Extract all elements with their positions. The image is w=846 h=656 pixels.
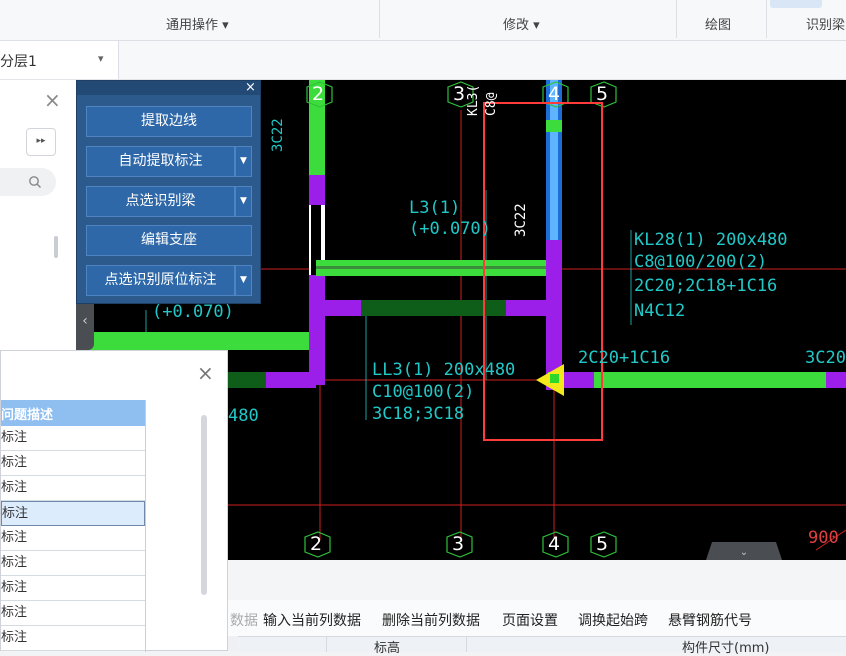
- page-setup-button[interactable]: 页面设置: [502, 610, 558, 630]
- annotation: 3C22: [513, 203, 529, 237]
- dimension-label: 900: [808, 528, 839, 548]
- annotation: 3C20: [805, 348, 846, 368]
- group-modify[interactable]: 修改 ▾: [503, 14, 540, 33]
- edit-support-button[interactable]: 编辑支座: [86, 225, 252, 256]
- left-panel: × ▸▸: [0, 80, 76, 350]
- list-item[interactable]: 标注: [1, 426, 145, 451]
- list-item[interactable]: 标注: [1, 551, 145, 576]
- group-draw[interactable]: 绘图: [705, 14, 731, 33]
- annotation: KL3(: [466, 84, 481, 116]
- axis-label-top: 5: [596, 83, 609, 105]
- auto-extract-annotation-button[interactable]: 自动提取标注: [86, 146, 235, 177]
- table-header: 标高 构件尺寸(mm): [238, 636, 846, 656]
- swap-start-span-button[interactable]: 调换起始跨: [578, 610, 648, 630]
- annotation: C8@: [484, 92, 499, 116]
- beam-identify-toolwindow: × 提取边线 自动提取标注 ▼ 点选识别梁 ▼ 编辑支座 点选识别原位标注 ▼: [76, 80, 261, 304]
- list-item-label: 标注: [1, 430, 28, 445]
- annotation: (+0.070): [409, 219, 491, 239]
- chevron-down-icon: ⌄: [740, 547, 748, 558]
- annotation: 480: [228, 406, 259, 426]
- scrollbar-thumb[interactable]: [201, 415, 207, 595]
- annotation: KL28(1) 200x480: [634, 230, 788, 250]
- group-common-ops[interactable]: 通用操作 ▾: [166, 14, 229, 33]
- cantilever-rebar-code-button[interactable]: 悬臂钢筋代号: [668, 610, 752, 630]
- list-item-selected[interactable]: 标注: [1, 501, 145, 526]
- input-current-column-button[interactable]: 输入当前列数据: [263, 610, 361, 630]
- column-header-elevation: 标高: [374, 641, 401, 656]
- close-icon[interactable]: ×: [44, 88, 61, 112]
- ribbon-toolbar: 通用操作 ▾ 修改 ▾ 绘图 识别梁: [0, 0, 846, 41]
- toolbar-item[interactable]: 数据: [230, 610, 258, 630]
- list-item-label: 标注: [1, 530, 28, 545]
- scrollbar-thumb[interactable]: [54, 236, 58, 258]
- expand-button[interactable]: ▸▸: [26, 128, 56, 156]
- axis-label-bottom: 5: [596, 533, 609, 555]
- list-item[interactable]: 标注: [1, 576, 145, 601]
- axis-label-top: 4: [548, 83, 561, 105]
- axis-label-top: 2: [312, 83, 325, 105]
- list-item[interactable]: 标注: [1, 526, 145, 551]
- divider: [326, 637, 327, 652]
- list-item-label: 标注: [1, 605, 28, 620]
- active-tool-tab[interactable]: [770, 0, 822, 8]
- search-input[interactable]: [0, 168, 56, 196]
- support-point: [550, 374, 559, 383]
- dropdown-arrow-icon[interactable]: ▼: [235, 265, 252, 296]
- divider: [379, 0, 380, 38]
- floor-bar: [0, 41, 846, 80]
- divider: [145, 400, 146, 652]
- divider: [766, 0, 767, 38]
- list-item-label: 标注: [1, 555, 28, 570]
- divider: [676, 0, 677, 38]
- search-icon: [29, 176, 41, 188]
- axis-label-bottom: 2: [310, 533, 323, 555]
- list-header-label: 问题描述: [1, 408, 54, 423]
- annotation: 2C20+1C16: [578, 348, 671, 368]
- list-item-label: 标注: [1, 580, 28, 595]
- list-item[interactable]: 标注: [1, 451, 145, 476]
- annotation: (+0.070): [152, 302, 234, 322]
- list-item[interactable]: 标注: [1, 626, 145, 651]
- delete-current-column-button[interactable]: 删除当前列数据: [382, 610, 480, 630]
- annotation: LL3(1) 200x480: [372, 360, 516, 380]
- list-item-label: 标注: [1, 455, 28, 470]
- point-identify-beam-button[interactable]: 点选识别梁: [86, 186, 235, 217]
- point-identify-in-situ-annotation-button[interactable]: 点选识别原位标注: [86, 265, 235, 296]
- column-header-size: 构件尺寸(mm): [682, 641, 770, 656]
- group-identify-beam[interactable]: 识别梁: [806, 14, 845, 33]
- annotation: 3C22: [270, 118, 286, 152]
- axis-label-bottom: 3: [452, 533, 465, 555]
- list-item-label: 标注: [2, 506, 29, 521]
- problem-list-window: × 问题描述 标注 标注 标注 标注 标注 标注 标注 标注 标注: [0, 350, 228, 652]
- list-item-label: 标注: [1, 630, 28, 645]
- dropdown-arrow-icon[interactable]: ▼: [235, 146, 252, 177]
- extract-edge-button[interactable]: 提取边线: [86, 106, 252, 137]
- dropdown-arrow-icon[interactable]: ▼: [235, 186, 252, 217]
- floor-label: 分层1: [0, 54, 37, 70]
- axis-label-bottom: 4: [548, 533, 561, 555]
- list-header: 问题描述: [1, 400, 145, 426]
- list-item[interactable]: 标注: [1, 476, 145, 501]
- annotation: 3C18;3C18: [372, 404, 465, 424]
- annotation: C8@100/200(2): [634, 252, 768, 272]
- axis-label-top: 3: [453, 83, 466, 105]
- list-item-label: 标注: [1, 480, 28, 495]
- chevron-down-icon: ▾: [98, 52, 104, 65]
- floor-selector[interactable]: 分层1 ▾: [0, 41, 119, 79]
- annotation: C10@100(2): [372, 382, 475, 402]
- close-icon[interactable]: ×: [197, 361, 214, 385]
- list-item[interactable]: 标注: [1, 601, 145, 626]
- annotation: L3(1): [409, 198, 461, 218]
- annotation: N4C12: [634, 301, 686, 321]
- annotation: 2C20;2C18+1C16: [634, 276, 778, 296]
- divider: [466, 637, 467, 652]
- toolwindow-titlebar[interactable]: [77, 81, 260, 95]
- close-icon[interactable]: ×: [245, 80, 256, 95]
